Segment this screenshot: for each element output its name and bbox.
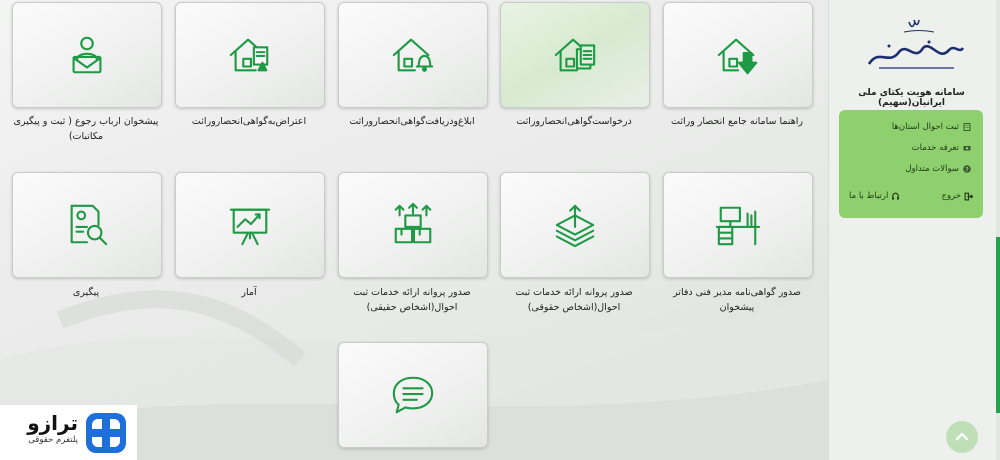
tile-label: صدور پروانه ارائه خدمات ثبت احوال(اشخاص … bbox=[515, 287, 633, 313]
tile-statistics[interactable] bbox=[175, 172, 325, 278]
sidebar-item-label: تعرفه خدمات bbox=[911, 143, 959, 153]
office-desk-icon bbox=[715, 206, 761, 246]
building-icon bbox=[963, 123, 971, 131]
tile-license-individuals[interactable] bbox=[338, 172, 488, 278]
brand-name: ترازو bbox=[27, 411, 78, 435]
contact-label: ارتباط با ما bbox=[849, 191, 889, 201]
sidebar-menu: ثبت احوال استان‌ها تعرفه خدمات ? سوالات … bbox=[839, 110, 983, 218]
layers-upload-icon bbox=[555, 204, 595, 248]
organization-logo bbox=[867, 19, 965, 69]
headset-icon bbox=[892, 192, 900, 200]
tile-label: اعتراض‌به‌گواهی‌انحصاروراثت bbox=[191, 116, 307, 127]
svg-text:?: ? bbox=[965, 166, 969, 173]
scroll-top-button[interactable] bbox=[946, 421, 978, 453]
tile-tracking[interactable] bbox=[12, 172, 162, 278]
tile-label: پیشخوان ارباب رجوع ( ثبت و پیگیری مکاتبا… bbox=[13, 116, 159, 142]
house-warning-icon bbox=[229, 38, 269, 72]
logout-icon bbox=[964, 192, 973, 200]
money-icon bbox=[963, 146, 971, 151]
house-bell-icon bbox=[392, 38, 434, 72]
tile-inheritance-objection[interactable] bbox=[175, 2, 325, 108]
document-search-icon bbox=[70, 204, 108, 246]
system-title: سامانه هویت یکتای ملی ایرانیان(سهیم) bbox=[858, 88, 965, 108]
chart-board-icon bbox=[229, 208, 271, 246]
sidebar-item-provinces[interactable]: ثبت احوال استان‌ها bbox=[892, 122, 971, 132]
tile-label: پیگیری bbox=[72, 287, 100, 298]
sidebar-item-tariffs[interactable]: تعرفه خدمات bbox=[912, 143, 971, 153]
sidebar: سامانه هویت یکتای ملی ایرانیان(سهیم) ثبت… bbox=[828, 0, 1000, 460]
tile-label: صدور پروانه ارائه خدمات ثبت احوال(اشخاص … bbox=[353, 287, 471, 313]
logout-link[interactable]: خروج bbox=[941, 191, 973, 201]
chat-bubble-icon bbox=[392, 376, 434, 414]
house-documents-icon bbox=[554, 38, 596, 72]
tile-technical-manager-cert[interactable] bbox=[663, 172, 813, 278]
logout-label: خروج bbox=[941, 191, 961, 201]
house-download-icon bbox=[717, 38, 758, 75]
tile-applicant-desk[interactable] bbox=[12, 2, 162, 108]
contact-link[interactable]: ارتباط با ما bbox=[849, 191, 900, 201]
tile-license-legal[interactable] bbox=[500, 172, 650, 278]
sidebar-scrollbar[interactable] bbox=[996, 0, 1000, 460]
tile-label: راهنما سامانه جامع انحصار وراثت bbox=[671, 116, 803, 127]
sidebar-item-label: سوالات متداول bbox=[905, 164, 959, 174]
user-envelope-icon bbox=[72, 36, 102, 74]
question-icon: ? bbox=[963, 165, 971, 173]
tile-inheritance-guide[interactable] bbox=[663, 2, 813, 108]
tile-label: آمار bbox=[241, 287, 257, 298]
brand-logo-icon bbox=[86, 413, 126, 453]
tile-messages[interactable] bbox=[338, 342, 488, 448]
sidebar-actions: خروج ارتباط با ما bbox=[839, 191, 983, 201]
tile-label: درخواست‌گواهی‌انحصاروراثت bbox=[516, 116, 632, 127]
boxes-upload-icon bbox=[394, 202, 432, 244]
sidebar-item-label: ثبت احوال استان‌ها bbox=[891, 122, 959, 132]
brand-subtitle: پلتفرم حقوقی bbox=[28, 435, 78, 445]
tile-label: صدور گواهی‌نامه مدیر فنی دفاتر پیشخوان bbox=[673, 287, 801, 313]
sidebar-item-faq[interactable]: ? سوالات متداول bbox=[905, 164, 971, 174]
chevron-up-icon bbox=[955, 432, 969, 441]
brand-watermark: ترازو پلتفرم حقوقی bbox=[0, 405, 137, 460]
tile-inheritance-request[interactable] bbox=[500, 2, 650, 108]
tile-inheritance-notice[interactable] bbox=[338, 2, 488, 108]
tile-label: ابلاغ‌ودریافت‌گواهی‌انحصاروراثت bbox=[349, 116, 475, 127]
